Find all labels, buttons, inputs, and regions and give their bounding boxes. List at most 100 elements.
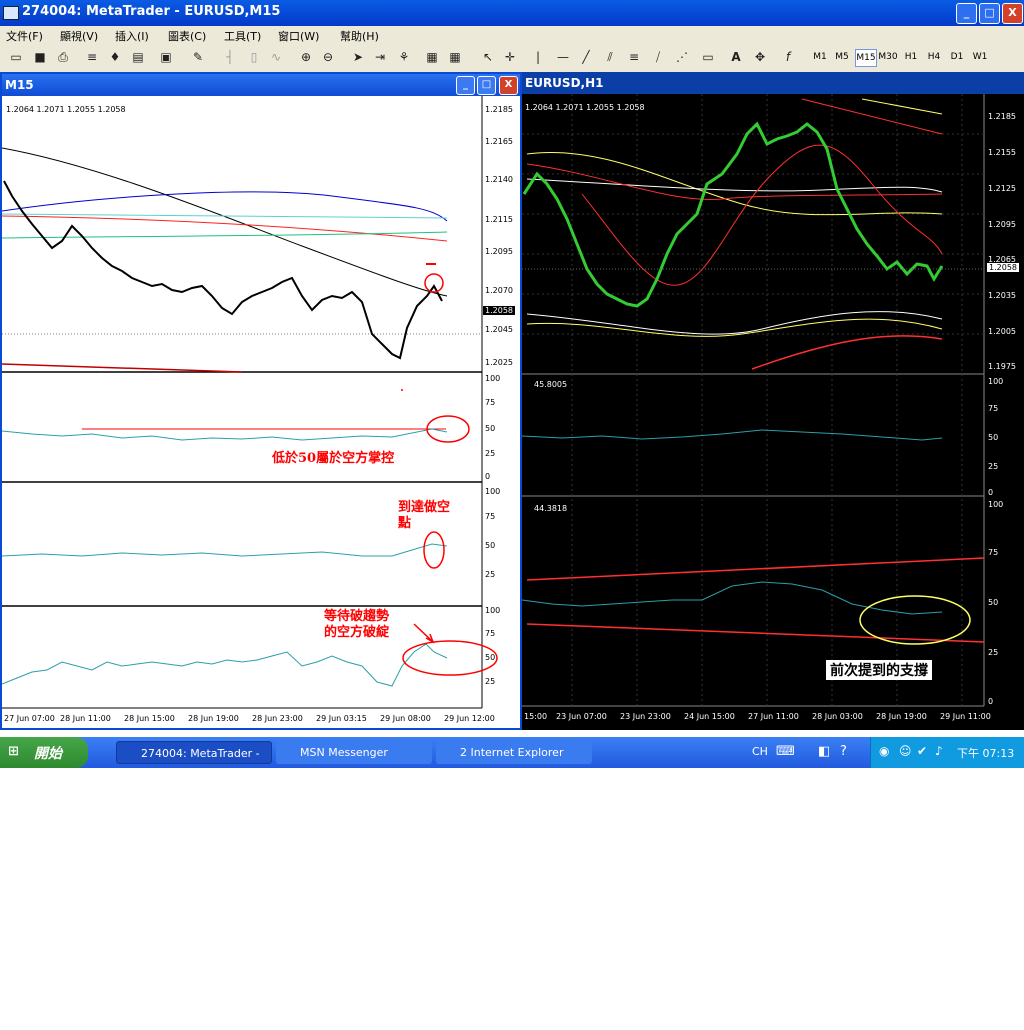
periods-icon[interactable]: ▦ [424, 49, 440, 65]
time-tick-h1: 28 Jun 19:00 [876, 712, 927, 721]
gann-icon[interactable]: ⋰ [674, 49, 690, 65]
chart-window-m15[interactable]: M15 _ □ X 1.2064 1.2071 1.2055 1.2058 1.… [0, 72, 522, 730]
start-button[interactable]: ⊞ 開始 [0, 737, 88, 768]
auto-scroll-icon[interactable]: ➤ [350, 49, 366, 65]
time-tick-h1: 24 Jun 15:00 [684, 712, 735, 721]
fibonacci-icon[interactable]: ≡ [626, 49, 642, 65]
keyboard-icon[interactable]: ⌨ [776, 744, 795, 759]
time-tick: 28 Jun 23:00 [252, 714, 303, 723]
taskbar: ⊞ 開始 274004: MetaTrader - ... MSN Messen… [0, 737, 1024, 783]
line-chart-icon[interactable]: ∿ [268, 49, 284, 65]
input-mode-icon[interactable]: ◧ [818, 744, 830, 759]
clock[interactable]: 下午 07:13 [957, 745, 1014, 761]
menu-view[interactable]: 顯視(V) [60, 28, 98, 44]
windows-logo-icon: ⊞ [8, 744, 19, 759]
price-tick: 1.2070 [485, 286, 513, 295]
m15-chart-canvas[interactable] [2, 96, 520, 728]
candlestick-icon[interactable]: ▯ [246, 49, 262, 65]
menu-window[interactable]: 窗口(W) [278, 28, 319, 44]
trendline-icon[interactable]: ╱ [578, 49, 594, 65]
vertical-line-icon[interactable]: | [530, 49, 546, 65]
task-metatrader[interactable]: 274004: MetaTrader - ... [116, 741, 272, 783]
horizontal-line-icon[interactable]: — [555, 49, 571, 65]
save-icon[interactable]: ■ [32, 49, 48, 65]
navigator-icon[interactable]: ♦ [107, 49, 123, 65]
h1-chart-canvas[interactable] [522, 94, 1024, 730]
timeframe-m30[interactable]: M30 [878, 49, 898, 65]
terminal-icon[interactable]: ▤ [130, 49, 146, 65]
price-tick: 1.2095 [485, 247, 513, 256]
templates-icon[interactable]: ▦ [447, 49, 463, 65]
ind1-tick-h1: 50 [988, 433, 999, 442]
menu-insert[interactable]: 插入(I) [115, 28, 149, 44]
time-tick-h1: 29 Jun 11:00 [940, 712, 991, 721]
chart-maximize-button[interactable]: □ [477, 76, 496, 95]
menu-tools[interactable]: 工具(T) [224, 28, 261, 44]
indicators-icon[interactable]: ⚘ [396, 49, 412, 65]
tray-security-icon[interactable]: ✔ [917, 744, 927, 758]
toolbar: ▭ ■ ⎙ ≡ ♦ ▤ ▣ ✎ ┤ ▯ ∿ ⊕ ⊖ ➤ ⇥ ⚘ ▦ ▦ ↖ ✛ … [0, 44, 1024, 73]
metatrader-app-icon [3, 6, 19, 20]
ind2-tick-h1: 50 [988, 598, 999, 607]
price-tick-h1: 1.2125 [988, 184, 1016, 193]
bar-chart-icon[interactable]: ┤ [222, 49, 238, 65]
ind-tick: 100 [485, 606, 501, 615]
channel-icon[interactable]: ⫽ [602, 49, 618, 65]
print-icon[interactable]: ⎙ [55, 49, 71, 65]
chart-title: M15 [5, 78, 34, 92]
help-icon[interactable]: ? [840, 744, 847, 759]
system-tray: ◉ ☺ ✔ ♪ 下午 07:13 [870, 737, 1024, 768]
ime-indicator[interactable]: CH [752, 745, 768, 758]
task-internet-explorer[interactable]: 2 Internet Explorer [436, 741, 592, 764]
strategy-tester-icon[interactable]: ▣ [158, 49, 174, 65]
menu-help[interactable]: 幫助(H) [340, 28, 379, 44]
chart-title-h1: EURUSD,H1 [525, 76, 604, 90]
task-msn[interactable]: MSN Messenger [276, 741, 432, 764]
time-tick: 29 Jun 03:15 [316, 714, 367, 723]
time-tick: 28 Jun 11:00 [60, 714, 111, 723]
chart-window-h1[interactable]: EURUSD,H1 1.2064 1.2071 1.2055 1.2058 1.… [522, 72, 1024, 730]
shapes-icon[interactable]: ▭ [700, 49, 716, 65]
ind2-tick-h1: 0 [988, 697, 994, 706]
zoom-out-icon[interactable]: ⊖ [320, 49, 336, 65]
ind-tick: 50 [485, 653, 496, 662]
menu-charts[interactable]: 圖表(C) [168, 28, 206, 44]
timeframe-m5[interactable]: M5 [832, 49, 852, 65]
timeframe-d1[interactable]: D1 [947, 49, 967, 65]
timeframe-h4[interactable]: H4 [924, 49, 944, 65]
arrows-icon[interactable]: ✥ [752, 49, 768, 65]
price-tick: 1.2185 [485, 105, 513, 114]
text-icon[interactable]: A [728, 49, 744, 65]
chart-shift-icon[interactable]: ⇥ [372, 49, 388, 65]
expert-advisor-icon[interactable]: ✎ [190, 49, 206, 65]
minimize-button[interactable]: _ [956, 3, 977, 24]
market-watch-icon[interactable]: ≡ [84, 49, 100, 65]
price-tick-h1: 1.2005 [988, 327, 1016, 336]
tray-volume-icon[interactable]: ♪ [935, 744, 943, 758]
crosshair-icon[interactable]: ✛ [502, 49, 518, 65]
chart-close-button[interactable]: X [499, 76, 518, 95]
menu-file[interactable]: 文件(F) [6, 28, 43, 44]
zoom-in-icon[interactable]: ⊕ [298, 49, 314, 65]
annotation-trend-break-2: 的空方破綻 [324, 625, 390, 640]
cursor-icon[interactable]: ↖ [480, 49, 496, 65]
ind2-tick-h1: 100 [988, 500, 1004, 509]
new-file-icon[interactable]: ▭ [8, 49, 24, 65]
maximize-button[interactable]: □ [979, 3, 1000, 24]
timeframe-h1[interactable]: H1 [901, 49, 921, 65]
tray-network-icon[interactable]: ◉ [879, 744, 889, 758]
tray-msn-icon[interactable]: ☺ [899, 744, 912, 758]
timeframe-m15[interactable]: M15 [855, 49, 877, 67]
time-tick-h1: 15:00 [524, 712, 548, 721]
ind-tick: 25 [485, 677, 496, 686]
function-icon[interactable]: f [780, 49, 796, 65]
time-tick: 28 Jun 15:00 [124, 714, 175, 723]
fib-fan-icon[interactable]: ⧸ [650, 49, 666, 65]
current-price-label-h1: 1.2058 [987, 263, 1019, 272]
close-button[interactable]: X [1002, 3, 1023, 24]
time-tick: 28 Jun 19:00 [188, 714, 239, 723]
timeframe-m1[interactable]: M1 [810, 49, 830, 65]
timeframe-w1[interactable]: W1 [970, 49, 990, 65]
start-label: 開始 [34, 746, 62, 762]
chart-minimize-button[interactable]: _ [456, 76, 475, 95]
